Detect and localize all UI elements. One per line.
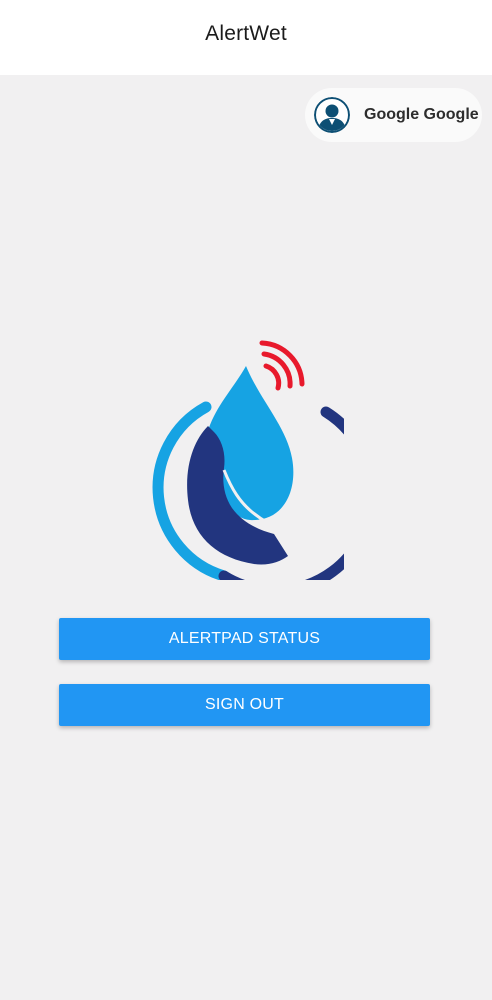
alertwet-logo-icon [152,340,344,580]
account-name: Google Google [364,106,479,123]
sign-out-button[interactable]: SIGN OUT [59,684,430,726]
user-avatar-icon [314,97,350,133]
app-bar: AlertWet [0,0,492,75]
account-chip[interactable]: Google Google [305,88,482,142]
alertpad-status-button[interactable]: ALERTPAD STATUS [59,618,430,660]
app-title: AlertWet [205,21,287,45]
